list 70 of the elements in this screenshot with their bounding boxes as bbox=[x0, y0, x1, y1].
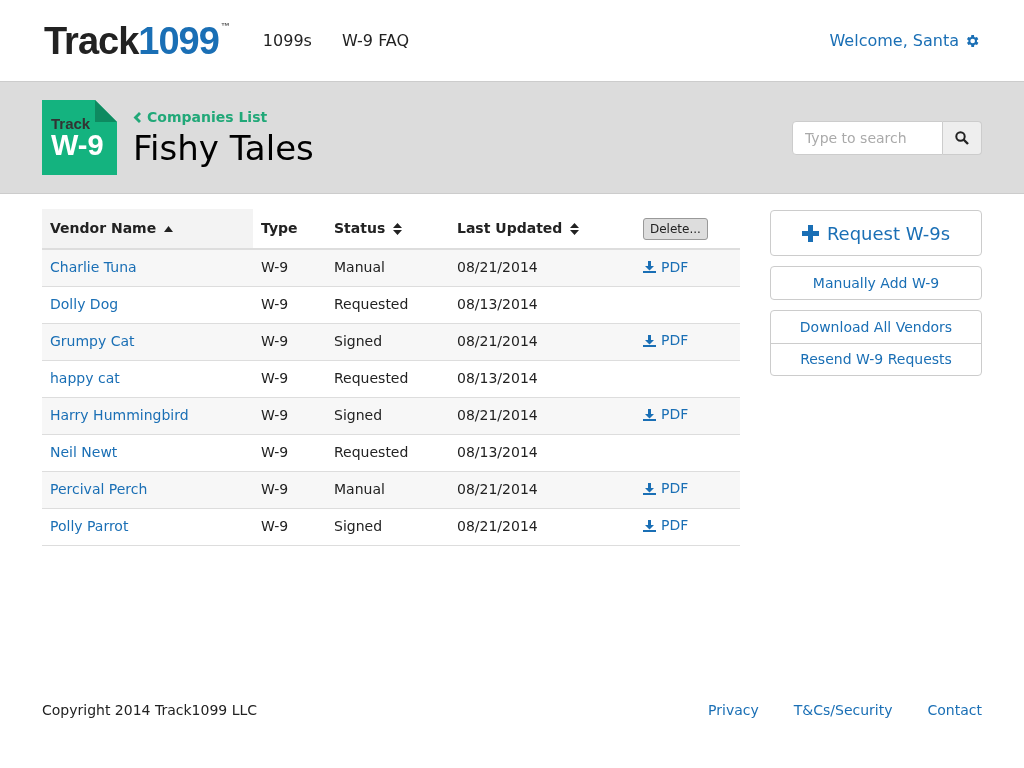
table-cell: W-9 bbox=[253, 471, 326, 508]
table-cell: Manual bbox=[326, 471, 449, 508]
table-cell: Signed bbox=[326, 323, 449, 360]
column-header[interactable]: Status bbox=[326, 209, 449, 249]
vendor-link[interactable]: Polly Parrot bbox=[50, 518, 129, 534]
table-cell: W-9 bbox=[253, 360, 326, 397]
vendor-link[interactable]: Neil Newt bbox=[50, 444, 118, 460]
pdf-link[interactable]: PDF bbox=[643, 256, 689, 278]
search-field[interactable]: Type to search bbox=[792, 120, 943, 155]
table-cell: W-9 bbox=[253, 508, 326, 545]
vendor-link[interactable]: Grumpy Cat bbox=[50, 333, 135, 349]
download-icon bbox=[643, 261, 656, 273]
download-icon bbox=[643, 334, 656, 347]
table-cell: 08/21/2014 bbox=[449, 397, 635, 434]
pdf-link[interactable]: PDF bbox=[643, 515, 689, 537]
table-cell: 08/21/2014 bbox=[449, 323, 635, 360]
sort-icon bbox=[570, 222, 580, 235]
vendor-link[interactable]: Charlie Tuna bbox=[50, 259, 137, 276]
manually-add-button[interactable]: Manually Add W-9 bbox=[770, 266, 982, 300]
logo[interactable]: Track1099™ bbox=[44, 21, 229, 60]
track-w9-badge: Track W-9 bbox=[42, 100, 117, 175]
action-button[interactable]: Resend W-9 Requests bbox=[771, 343, 981, 375]
vendor-link[interactable]: Percival Perch bbox=[50, 481, 148, 497]
table-cell: W-9 bbox=[253, 249, 326, 286]
vendor-link[interactable]: happy cat bbox=[50, 370, 120, 386]
table-cell: Manual bbox=[326, 249, 449, 286]
download-icon bbox=[643, 408, 656, 421]
table-cell: Signed bbox=[326, 397, 449, 434]
download-icon bbox=[643, 482, 656, 495]
table-cell: W-9 bbox=[253, 434, 326, 471]
nav-link[interactable]: W-9 FAQ bbox=[341, 28, 410, 53]
table-cell: 08/13/2014 bbox=[449, 434, 635, 471]
table-cell: W-9 bbox=[253, 286, 326, 323]
table-cell: 08/13/2014 bbox=[449, 286, 635, 323]
delete-button[interactable]: Delete... bbox=[643, 217, 708, 240]
table-cell: Requested bbox=[326, 360, 449, 397]
action-button[interactable]: Download All Vendors bbox=[771, 311, 981, 343]
download-icon bbox=[643, 519, 656, 532]
table-cell: Signed bbox=[326, 508, 449, 545]
column-header[interactable]: Type bbox=[253, 209, 326, 249]
footer-link[interactable]: T&Cs/Security bbox=[793, 700, 893, 721]
pdf-link[interactable]: PDF bbox=[643, 404, 689, 426]
settings-icon[interactable] bbox=[964, 32, 980, 49]
search-icon bbox=[955, 130, 969, 145]
table-cell: 08/21/2014 bbox=[449, 471, 635, 508]
column-header[interactable]: Last Updated bbox=[449, 209, 635, 249]
nav-link[interactable]: 1099s bbox=[262, 28, 312, 53]
plus-icon bbox=[801, 224, 819, 242]
table-cell: 08/21/2014 bbox=[449, 249, 635, 286]
search-button[interactable] bbox=[943, 120, 982, 155]
vendor-link[interactable]: Harry Hummingbird bbox=[50, 407, 189, 423]
table-cell: W-9 bbox=[253, 323, 326, 360]
table-cell: W-9 bbox=[253, 397, 326, 434]
table-cell: 08/21/2014 bbox=[449, 508, 635, 545]
vendor-link[interactable]: Dolly Dog bbox=[50, 296, 119, 312]
pdf-link[interactable]: PDF bbox=[643, 478, 689, 500]
table-cell: 08/13/2014 bbox=[449, 360, 635, 397]
page-title: Fishy Tales bbox=[133, 128, 314, 168]
welcome-link[interactable]: Welcome, Santa bbox=[829, 28, 959, 53]
column-header[interactable]: Vendor Name bbox=[42, 209, 253, 249]
request-w9s-button[interactable]: Request W-9s bbox=[770, 210, 982, 256]
table-cell: Requested bbox=[326, 286, 449, 323]
copyright-text: Copyright 2014 Track1099 LLC bbox=[42, 701, 258, 720]
footer-link[interactable]: Contact bbox=[927, 700, 982, 721]
chevron-left-icon bbox=[133, 112, 141, 123]
pdf-link[interactable]: PDF bbox=[643, 330, 689, 352]
footer-link[interactable]: Privacy bbox=[708, 700, 759, 721]
sort-up-icon bbox=[164, 225, 174, 232]
sort-icon bbox=[393, 222, 403, 235]
table-cell: Requested bbox=[326, 434, 449, 471]
